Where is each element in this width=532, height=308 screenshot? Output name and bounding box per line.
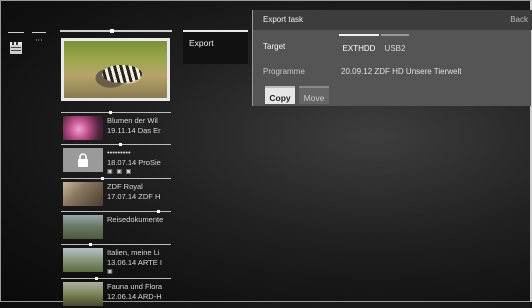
zebra-shape: [102, 65, 142, 83]
target-option-exthdd[interactable]: EXTHDD: [339, 34, 379, 56]
panel-header: Export task Back: [253, 10, 532, 30]
recording-thumbnail: [63, 248, 103, 272]
zebra-thumbnail-image: [64, 41, 167, 98]
export-tab-label: Export: [189, 38, 214, 48]
list-item-divider: [61, 111, 171, 114]
progress-marker: [89, 243, 92, 246]
recording-flags: ▣: [107, 269, 114, 275]
lock-icon: [77, 153, 89, 172]
progress-marker: [119, 143, 122, 146]
list-item[interactable]: ZDF Royal 17.07.14 ZDF H: [60, 177, 172, 208]
recording-subtitle: 19.11.14 Das Er: [107, 126, 161, 135]
recording-subtitle: 13.06.14 ARTE I: [107, 258, 162, 267]
recording-thumbnail: [63, 116, 103, 140]
progress-marker: [101, 177, 104, 180]
list-position-marker: [110, 29, 114, 33]
move-button[interactable]: Move: [299, 86, 329, 104]
recording-title: ZDF Royal: [107, 182, 143, 191]
list-item[interactable]: Italien, meine Li 13.06.14 ARTE I ▣: [60, 243, 172, 275]
target-label: Target: [263, 42, 286, 51]
clapperboard-icon[interactable]: [10, 42, 22, 56]
list-item-divider: [61, 177, 171, 180]
recording-thumbnail: [63, 182, 103, 206]
list-item-divider: [61, 277, 171, 280]
list-item[interactable]: Reisedokumente: [60, 210, 172, 241]
back-button[interactable]: Back: [510, 15, 528, 24]
programme-value: 20.09.12 ZDF HD Unsere Tierwelt: [341, 67, 462, 76]
recording-subtitle: 18.07.14 ProSie: [107, 158, 161, 167]
left-column-top-line-2: [32, 32, 46, 33]
recording-thumbnail-locked: [63, 148, 103, 172]
recording-title: Blumen der Wil: [107, 116, 158, 125]
list-item[interactable]: Fauna und Flora 12.06.14 ARD-H: [60, 277, 172, 308]
progress-marker: [109, 111, 112, 114]
copy-button[interactable]: Copy: [265, 86, 295, 104]
list-item-divider: [61, 243, 171, 246]
programme-label: Programme: [263, 67, 305, 76]
export-tab[interactable]: Export: [183, 30, 248, 64]
panel-title: Export task: [263, 15, 304, 24]
left-column-top-line: [8, 32, 24, 33]
focused-recording-thumbnail[interactable]: [61, 38, 170, 101]
more-dots[interactable]: ···: [35, 36, 43, 45]
recording-subtitle: 17.07.14 ZDF H: [107, 192, 161, 201]
recording-title: •••••••••: [107, 148, 131, 157]
list-item[interactable]: Blumen der Wil 19.11.14 Das Er: [60, 111, 172, 142]
recording-subtitle: 12.06.14 ARD-H: [107, 292, 162, 301]
list-item-divider: [61, 143, 171, 146]
recording-title: Italien, meine Li: [107, 248, 160, 257]
list-item-divider: [61, 210, 171, 213]
target-option-usb2[interactable]: USB2: [381, 34, 409, 56]
recording-thumbnail: [63, 215, 103, 239]
export-task-panel: Export task Back Target EXTHDD USB2 Prog…: [252, 10, 532, 106]
recording-flags: ▣ ▣ ▣: [107, 169, 133, 175]
recording-thumbnail: [63, 282, 103, 306]
progress-marker: [95, 277, 98, 280]
recording-title: Reisedokumente: [107, 215, 164, 224]
list-item[interactable]: ••••••••• 18.07.14 ProSie ▣ ▣ ▣: [60, 143, 172, 175]
list-top-divider: [60, 30, 172, 32]
progress-marker: [157, 210, 160, 213]
recording-title: Fauna und Flora: [107, 282, 163, 291]
